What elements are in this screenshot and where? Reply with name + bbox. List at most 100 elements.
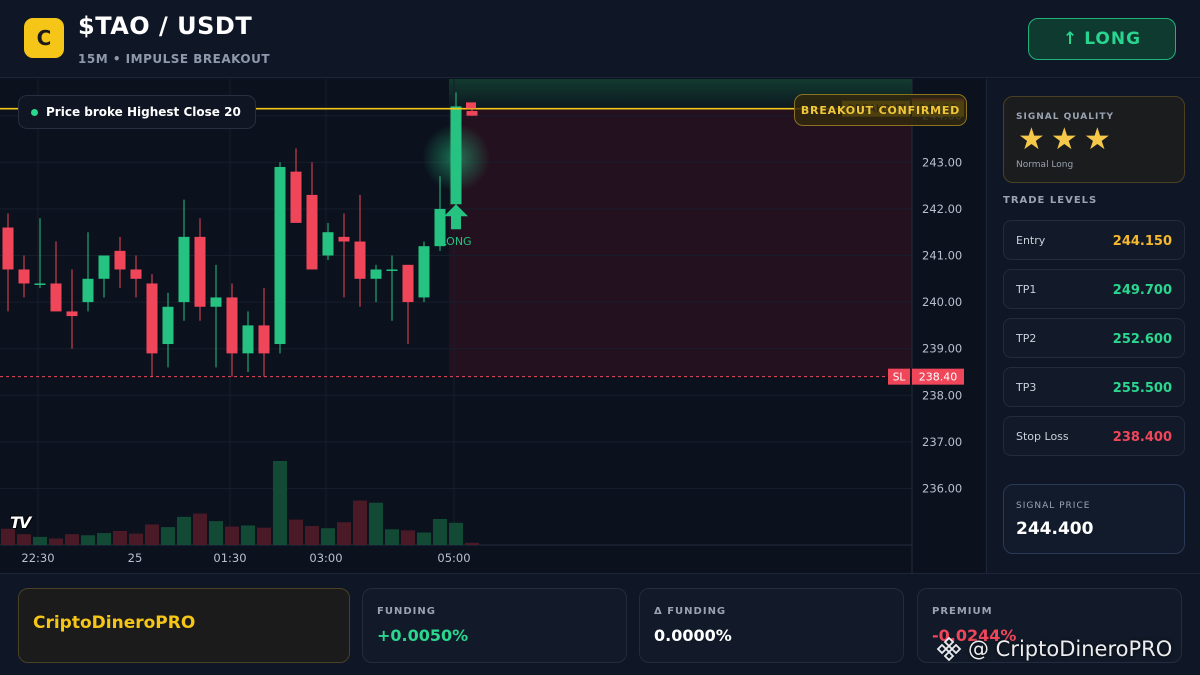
trade-level-value: 238.400 bbox=[1112, 430, 1172, 445]
candle-body bbox=[322, 232, 334, 256]
volume-bar bbox=[209, 521, 223, 545]
candle-body bbox=[226, 297, 238, 354]
volume-bar bbox=[177, 516, 191, 545]
binance-icon bbox=[936, 636, 962, 662]
legend-text: Price broke Highest Close 20 bbox=[46, 105, 241, 119]
sl-tag-text: SL bbox=[893, 372, 906, 384]
candle-body bbox=[2, 227, 14, 270]
price-tick-label: 238.00 bbox=[922, 388, 962, 402]
tradingview-logo[interactable]: TV bbox=[10, 513, 31, 532]
long-button[interactable]: ↑ LONG bbox=[1028, 18, 1176, 60]
candle-body bbox=[418, 246, 430, 298]
volume-bar bbox=[449, 522, 463, 545]
time-tick-label: 05:00 bbox=[437, 551, 470, 565]
volume-bar bbox=[401, 530, 415, 545]
volume-bar bbox=[465, 542, 479, 545]
star-icon: ★ bbox=[1018, 122, 1045, 157]
funding-label: FUNDING bbox=[377, 606, 436, 617]
candle-body bbox=[274, 166, 286, 345]
candle-body bbox=[114, 250, 126, 270]
candle-body bbox=[402, 264, 414, 303]
trade-level-row: TP2 252.600 bbox=[1003, 318, 1185, 358]
volume-bar bbox=[145, 524, 159, 545]
signal-panel: SIGNAL QUALITY ★ ★ ★ Normal Long TRADE LEV… bbox=[986, 79, 1200, 573]
trade-level-name: TP3 bbox=[1016, 381, 1037, 394]
volume-bar bbox=[81, 535, 95, 545]
signal-price-value: 244.400 bbox=[1016, 519, 1094, 539]
delta-funding-card: Δ FUNDING 0.0000% bbox=[639, 588, 904, 663]
signal-price-card: SIGNAL PRICE 244.400 bbox=[1003, 484, 1185, 554]
volume-bar bbox=[161, 527, 175, 545]
breakout-confirmed-badge: BREAKOUT CONFIRMED bbox=[794, 94, 967, 126]
volume-bar bbox=[433, 518, 447, 545]
time-tick-label: 03:00 bbox=[309, 551, 342, 565]
trade-level-row: Entry 244.150 bbox=[1003, 220, 1185, 260]
price-tick-label: 241.00 bbox=[922, 249, 962, 263]
volume-bar bbox=[257, 527, 271, 545]
volume-bar bbox=[337, 522, 351, 545]
trade-level-value: 244.150 bbox=[1112, 234, 1172, 249]
star-icon: ★ bbox=[1050, 122, 1078, 157]
trade-level-name: TP1 bbox=[1016, 283, 1037, 296]
delta-funding-label: Δ FUNDING bbox=[654, 606, 727, 617]
watermark-text: @ CriptoDineroPRO bbox=[968, 637, 1173, 661]
candle-body bbox=[306, 194, 318, 270]
candle-body bbox=[354, 241, 366, 279]
candle-body bbox=[466, 111, 478, 116]
volume-bar bbox=[369, 502, 383, 545]
trade-level-name: Entry bbox=[1016, 234, 1046, 247]
star-icon: ★ bbox=[1083, 122, 1111, 157]
candle-body bbox=[338, 236, 350, 242]
candle-body bbox=[450, 106, 462, 205]
candle-body bbox=[66, 311, 78, 317]
volume-bar bbox=[321, 528, 335, 545]
volume-bar bbox=[289, 519, 303, 545]
volume-bar bbox=[33, 536, 47, 545]
price-chart[interactable]: LONG244.00243.00242.00241.00240.00239.00… bbox=[0, 79, 985, 573]
candle-body bbox=[18, 269, 30, 284]
time-tick-label: 22:30 bbox=[21, 551, 54, 565]
trade-level-row: TP1 249.700 bbox=[1003, 269, 1185, 309]
volume-bar bbox=[65, 534, 79, 545]
trade-level-row: Stop Loss 238.400 bbox=[1003, 416, 1185, 456]
brand-card: CriptoDineroPRO bbox=[18, 588, 350, 663]
price-tick-label: 243.00 bbox=[922, 155, 962, 169]
candle-body bbox=[386, 269, 398, 271]
candle-body bbox=[210, 297, 222, 307]
volume-bar bbox=[17, 534, 31, 545]
last-candle-marker bbox=[466, 102, 476, 109]
volume-bar bbox=[385, 529, 399, 545]
candle-body bbox=[82, 278, 94, 303]
footer-bar: CriptoDineroPRO FUNDING +0.0050% Δ FUNDI… bbox=[0, 573, 1200, 675]
candle-body bbox=[242, 325, 254, 354]
price-tick-label: 242.00 bbox=[922, 202, 962, 216]
candle-body bbox=[50, 283, 62, 312]
candle-body bbox=[130, 269, 142, 279]
signal-legend: Price broke Highest Close 20 bbox=[18, 95, 256, 129]
trade-level-value: 255.500 bbox=[1112, 381, 1172, 396]
volume-bar bbox=[353, 500, 367, 545]
candle-body bbox=[290, 171, 302, 223]
header: C $TAO / USDT 15M • IMPULSE BREAKOUT ↑ L… bbox=[0, 0, 1200, 78]
trade-level-name: Stop Loss bbox=[1016, 430, 1069, 443]
volume-bar bbox=[305, 526, 319, 545]
trade-levels-heading: TRADE LEVELS bbox=[1003, 195, 1098, 206]
time-tick-label: 01:30 bbox=[213, 551, 246, 565]
signal-price-label: SIGNAL PRICE bbox=[1016, 501, 1091, 511]
quality-stars: ★ ★ ★ bbox=[1018, 125, 1111, 155]
status-dot-icon bbox=[31, 108, 38, 116]
volume-bar bbox=[241, 525, 255, 545]
trade-level-value: 252.600 bbox=[1112, 332, 1172, 347]
signal-quality-card: SIGNAL QUALITY ★ ★ ★ Normal Long bbox=[1003, 96, 1185, 183]
funding-card: FUNDING +0.0050% bbox=[362, 588, 627, 663]
price-tick-label: 236.00 bbox=[922, 482, 962, 496]
brand-name: CriptoDineroPRO bbox=[33, 613, 196, 633]
price-tick-label: 240.00 bbox=[922, 295, 962, 309]
long-button-label: LONG bbox=[1084, 29, 1142, 49]
brand-logo: C bbox=[24, 18, 64, 58]
timeframe-subtitle: 15M • IMPULSE BREAKOUT bbox=[78, 52, 271, 66]
watermark: @ CriptoDineroPRO bbox=[936, 636, 1172, 662]
funding-value: +0.0050% bbox=[377, 626, 469, 645]
long-marker-label: LONG bbox=[440, 235, 471, 248]
candlestick-chart[interactable]: LONG244.00243.00242.00241.00240.00239.00… bbox=[0, 79, 985, 573]
